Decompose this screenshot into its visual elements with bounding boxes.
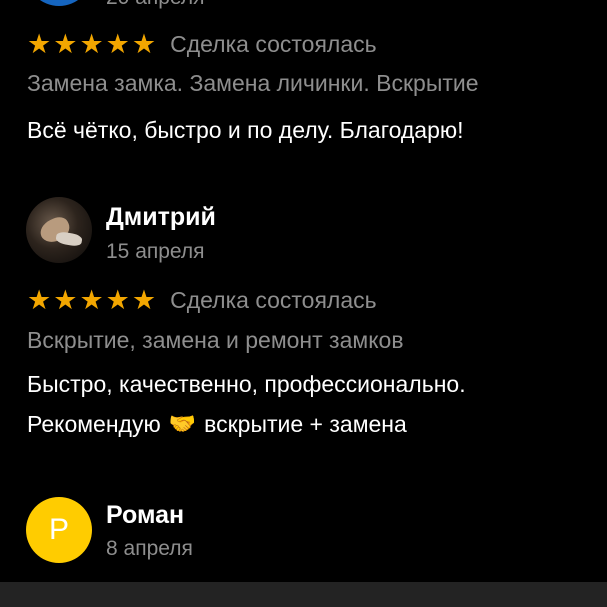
- bottom-navigation-bar[interactable]: [0, 582, 607, 607]
- deal-status: Сделка состоялась: [170, 287, 377, 313]
- star-rating: ★ ★ ★ ★ ★: [27, 286, 156, 314]
- star-icon: ★: [131, 285, 157, 315]
- star-icon: ★: [53, 29, 78, 59]
- review-service: Вскрытие, замена и ремонт замков: [27, 327, 404, 353]
- avatar-letter: Р: [48, 513, 69, 546]
- review-text-part: вскрытие + замена: [204, 411, 407, 437]
- review-text-part: Рекомендую: [27, 411, 161, 437]
- star-icon: ★: [79, 285, 104, 315]
- review-text: Всё чётко, быстро и по делу. Благодарю!: [27, 117, 464, 143]
- review-service: Замена замка. Замена личинки. Вскрытие: [27, 70, 479, 96]
- reviewer-name[interactable]: Дмитрий: [106, 203, 216, 232]
- star-icon: ★: [79, 29, 104, 59]
- reviewer-name[interactable]: Роман: [106, 501, 184, 530]
- star-icon: ★: [27, 285, 52, 315]
- avatar[interactable]: [26, 0, 92, 6]
- star-icon: ★: [131, 29, 157, 59]
- review-date: 8 апреля: [106, 537, 193, 560]
- review-text-line: Быстро, качественно, профессионально.: [27, 371, 466, 397]
- star-icon: ★: [105, 285, 130, 315]
- review-date: 15 апреля: [106, 240, 205, 263]
- review-rating-row: ★ ★ ★ ★ ★ Сделка состоялась: [27, 30, 377, 58]
- star-icon: ★: [53, 285, 78, 315]
- star-icon: ★: [27, 29, 52, 59]
- handshake-emoji-icon: 🤝: [168, 411, 197, 436]
- star-icon: ★: [105, 29, 130, 59]
- avatar[interactable]: [26, 197, 92, 263]
- deal-status: Сделка состоялась: [170, 31, 377, 57]
- review-text-line: Рекомендую 🤝 вскрытие + замена: [27, 406, 407, 442]
- review-rating-row: ★ ★ ★ ★ ★ Сделка состоялась: [27, 286, 377, 314]
- star-rating: ★ ★ ★ ★ ★: [27, 30, 156, 58]
- avatar[interactable]: Р: [26, 497, 92, 563]
- review-date: 20 апреля: [106, 0, 205, 10]
- avatar-photo-detail: [55, 230, 83, 248]
